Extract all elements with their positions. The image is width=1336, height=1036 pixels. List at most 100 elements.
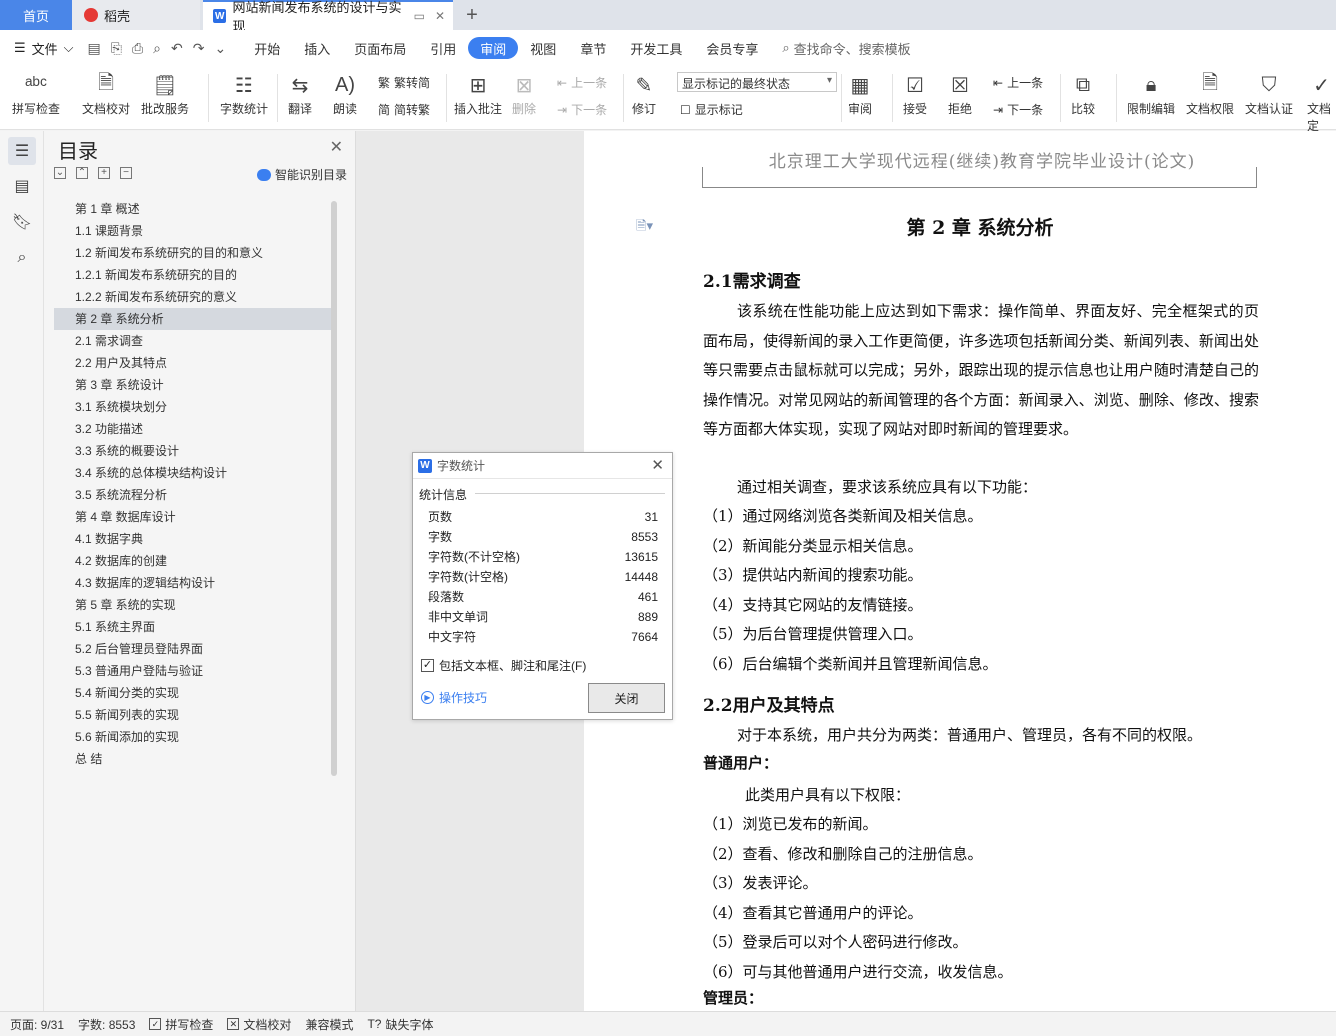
toc-item[interactable]: 4.3 数据库的逻辑结构设计 [54, 572, 332, 594]
toc-item[interactable]: 3.5 系统流程分析 [54, 484, 332, 506]
status-proofread[interactable]: ✕ 文档校对 [227, 1016, 291, 1033]
plus-icon[interactable]: + [98, 167, 110, 179]
menu-insert[interactable]: 插入 [292, 37, 342, 59]
word-count-button[interactable]: ☷ 字数统计 [220, 70, 268, 117]
menu-view[interactable]: 视图 [518, 37, 568, 59]
command-search[interactable]: ⌕ 查找命令、搜索模板 [770, 39, 910, 58]
status-spellcheck[interactable]: ✓ 拼写检查 [149, 1016, 213, 1033]
toc-item[interactable]: 总 结 [54, 748, 332, 770]
next-change-button[interactable]: ⇥ 下一条 [993, 101, 1043, 118]
reject-button[interactable]: ☒ 拒绝 [948, 70, 972, 117]
document-page[interactable]: 北京理工大学现代远程(继续)教育学院毕业设计(论文) 🗎▾ 第 2 章 系统分析… [584, 131, 1336, 1011]
toc-item[interactable]: 第 2 章 系统分析 [54, 308, 332, 330]
missing-font[interactable]: T? 缺失字体 [367, 1016, 433, 1033]
more-icon[interactable]: ⌄ [214, 40, 226, 57]
review-pane-button[interactable]: ▦ 审阅 [848, 70, 872, 117]
tab-monitor-icon[interactable]: ▭ [414, 9, 425, 23]
toc-scrollbar[interactable] [331, 201, 337, 776]
smart-toc-button[interactable]: 智能识别目录 [256, 166, 347, 183]
doc-cert-button[interactable]: ⛉ 文档认证 [1245, 70, 1293, 117]
include-textbox-checkbox[interactable]: ✓ 包括文本框、脚注和尾注(F) [421, 657, 586, 674]
toc-item[interactable]: 5.5 新闻列表的实现 [54, 704, 332, 726]
toc-item[interactable]: 1.2.2 新闻发布系统研究的意义 [54, 286, 332, 308]
writer-logo-icon: W [213, 9, 227, 23]
accept-button[interactable]: ☑ 接受 [903, 70, 927, 117]
redo-icon[interactable]: ↷ [193, 40, 205, 57]
compare-button[interactable]: ⧉ 比较 [1071, 70, 1095, 117]
revise-button[interactable]: ✎ 修订 [632, 70, 656, 117]
toc-item[interactable]: 1.2.1 新闻发布系统研究的目的 [54, 264, 332, 286]
dialog-titlebar[interactable]: W 字数统计 [413, 453, 672, 479]
menu-layout[interactable]: 页面布局 [342, 37, 418, 59]
markup-mode-select[interactable]: 显示标记的最终状态 ▾ [677, 72, 837, 92]
toc-item[interactable]: 1.2 新闻发布系统研究的目的和意义 [54, 242, 332, 264]
new-tab-button[interactable]: + [460, 0, 484, 30]
toc-item[interactable]: 3.1 系统模块划分 [54, 396, 332, 418]
toc-item[interactable]: 5.2 后台管理员登陆界面 [54, 638, 332, 660]
toc-item[interactable]: 第 1 章 概述 [54, 198, 332, 220]
toc-item[interactable]: 5.4 新闻分类的实现 [54, 682, 332, 704]
close-icon[interactable]: ✕ [651, 456, 664, 474]
toc-item[interactable]: 2.2 用户及其特点 [54, 352, 332, 374]
page-indicator[interactable]: 页面: 9/31 [10, 1016, 64, 1033]
tips-link[interactable]: ▶ 操作技巧 [421, 689, 487, 706]
close-button[interactable]: 关闭 [588, 683, 665, 713]
toc-item[interactable]: 5.1 系统主界面 [54, 616, 332, 638]
prev-comment-button[interactable]: ⇤ 上一条 [557, 74, 607, 91]
tab-close-icon[interactable]: ✕ [435, 9, 445, 23]
file-menu[interactable]: ☰ 文件 ⌵ [0, 39, 88, 58]
doc-final-button[interactable]: ✓ 文档定 [1307, 70, 1336, 134]
show-markup-button[interactable]: ☐ 显示标记 [680, 101, 743, 118]
menu-developer[interactable]: 开发工具 [618, 37, 694, 59]
print-preview-icon[interactable]: ⌕ [153, 40, 161, 57]
close-icon[interactable]: ✕ [330, 137, 343, 157]
prev-change-button[interactable]: ⇤ 上一条 [993, 74, 1043, 91]
trad-to-simp-button[interactable]: 繁繁转简 [378, 74, 430, 91]
collapse-icon[interactable]: ⌃ [76, 167, 88, 179]
next-comment-button[interactable]: ⇥ 下一条 [557, 101, 607, 118]
menu-member[interactable]: 会员专享 [694, 37, 770, 59]
menu-references[interactable]: 引用 [418, 37, 468, 59]
spellcheck-button[interactable]: ᵃᵇᶜ 拼写检查 [12, 70, 60, 117]
doc-permission-button[interactable]: 🗎 文档权限 [1186, 70, 1234, 117]
print-icon[interactable]: ⎙ [132, 40, 143, 57]
tab-daoke[interactable]: 稻壳 [72, 0, 200, 30]
annotate-service-button[interactable]: 🗒 批改服务 [141, 70, 189, 117]
proofread-button[interactable]: 🗎 文档校对 [82, 70, 130, 117]
word-count-indicator[interactable]: 字数: 8553 [78, 1016, 135, 1033]
toc-nav-icon[interactable]: ☰ [8, 137, 36, 165]
undo-icon[interactable]: ↶ [171, 40, 183, 57]
minus-icon[interactable]: − [120, 167, 132, 179]
save-icon[interactable]: ▤ [88, 40, 101, 57]
toc-item[interactable]: 第 3 章 系统设计 [54, 374, 332, 396]
toc-item[interactable]: 4.1 数据字典 [54, 528, 332, 550]
tab-home[interactable]: 首页 [0, 0, 72, 30]
delete-comment-button[interactable]: ⊠ 删除 [512, 70, 536, 117]
simp-to-trad-button[interactable]: 简简转繁 [378, 101, 430, 118]
toc-item[interactable]: 5.3 普通用户登陆与验证 [54, 660, 332, 682]
translate-button[interactable]: ⇆ 翻译 [288, 70, 312, 117]
insert-comment-button[interactable]: ⊞ 插入批注 [454, 70, 502, 117]
menu-section[interactable]: 章节 [568, 37, 618, 59]
expand-icon[interactable]: ⌄ [54, 167, 66, 179]
tab-document[interactable]: W 网站新闻发布系统的设计与实现 ▭ ✕ [203, 0, 453, 34]
toc-item[interactable]: 4.2 数据库的创建 [54, 550, 332, 572]
toc-item[interactable]: 3.3 系统的概要设计 [54, 440, 332, 462]
restrict-edit-button[interactable]: 🔒︎ 限制编辑 [1127, 70, 1175, 117]
toc-item[interactable]: 2.1 需求调查 [54, 330, 332, 352]
toc-item[interactable]: 3.2 功能描述 [54, 418, 332, 440]
bookmark-icon[interactable]: 🔖︎ [8, 208, 36, 236]
menu-review[interactable]: 审阅 [468, 37, 519, 59]
ribbon-divider [1116, 74, 1117, 122]
compat-mode[interactable]: 兼容模式 [305, 1016, 353, 1033]
toc-item[interactable]: 5.6 新闻添加的实现 [54, 726, 332, 748]
export-pdf-icon[interactable]: ⎘ [111, 40, 122, 57]
toc-item[interactable]: 3.4 系统的总体模块结构设计 [54, 462, 332, 484]
toc-item[interactable]: 第 4 章 数据库设计 [54, 506, 332, 528]
toc-item[interactable]: 第 5 章 系统的实现 [54, 594, 332, 616]
menu-start[interactable]: 开始 [242, 37, 292, 59]
chapter-nav-icon[interactable]: ▤ [8, 172, 36, 200]
toc-item[interactable]: 1.1 课题背景 [54, 220, 332, 242]
search-icon[interactable]: ⌕ [8, 244, 36, 272]
read-aloud-button[interactable]: A) 朗读 [333, 70, 357, 117]
